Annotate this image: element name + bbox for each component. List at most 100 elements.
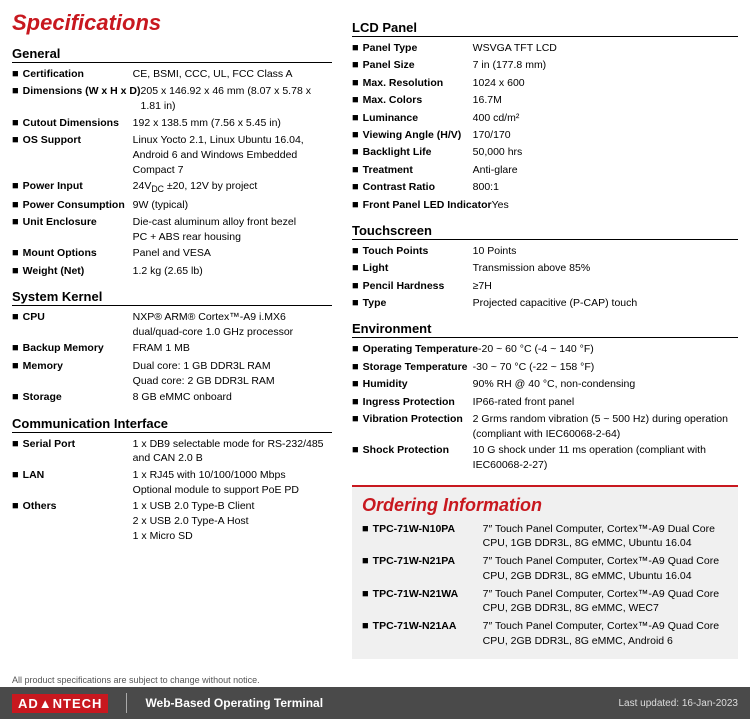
bullet-icon: ■: [352, 377, 359, 392]
spec-value: 1024 x 600: [473, 76, 738, 91]
bullet-icon: ■: [12, 67, 19, 82]
spec-label: Front Panel LED Indicator: [363, 198, 492, 213]
bullet-icon: ■: [352, 443, 359, 472]
model-description: 7″ Touch Panel Computer, Cortex™-A9 Quad…: [483, 554, 728, 583]
list-item: ■ Panel Size 7 in (177.8 mm): [352, 58, 738, 73]
spec-value: 192 x 138.5 mm (7.56 x 5.45 in): [133, 116, 332, 131]
list-item: ■ Storage 8 GB eMMC onboard: [12, 390, 332, 405]
spec-value: NXP® ARM® Cortex™-A9 i.MX6 dual/quad-cor…: [133, 310, 332, 339]
list-item: ■ TPC-71W-N10PA 7″ Touch Panel Computer,…: [362, 522, 728, 551]
bullet-icon: ■: [12, 116, 19, 131]
footer-tagline: Web-Based Operating Terminal: [145, 696, 323, 710]
footer-brand: AD▲NTECH Web-Based Operating Terminal: [12, 693, 323, 713]
bullet-icon: ■: [352, 163, 359, 178]
spec-value: Linux Yocto 2.1, Linux Ubuntu 16.04, And…: [133, 133, 332, 177]
spec-value: 1 x RJ45 with 10/100/1000 MbpsOptional m…: [133, 468, 332, 497]
spec-label: Type: [363, 296, 473, 311]
bullet-icon: ■: [352, 76, 359, 91]
footer-bar: AD▲NTECH Web-Based Operating Terminal La…: [0, 687, 750, 719]
spec-value: 7 in (177.8 mm): [473, 58, 738, 73]
list-item: ■ Storage Temperature -30 ~ 70 °C (-22 ~…: [352, 360, 738, 375]
spec-label: Backup Memory: [23, 341, 133, 356]
list-item: ■ Backup Memory FRAM 1 MB: [12, 341, 332, 356]
model-description: 7″ Touch Panel Computer, Cortex™-A9 Dual…: [483, 522, 728, 551]
bullet-icon: ■: [12, 198, 19, 213]
spec-label: Pencil Hardness: [363, 279, 473, 294]
bullet-icon: ■: [362, 619, 369, 648]
spec-value: 50,000 hrs: [473, 145, 738, 160]
spec-label: Treatment: [363, 163, 473, 178]
bullet-icon: ■: [12, 310, 19, 339]
spec-value: Panel and VESA: [133, 246, 332, 261]
bullet-icon: ■: [352, 342, 359, 357]
lcd-panel-section-title: LCD Panel: [352, 20, 738, 37]
spec-value: Anti-glare: [473, 163, 738, 178]
spec-value: ≥7H: [473, 279, 738, 294]
list-item: ■ Memory Dual core: 1 GB DDR3L RAMQuad c…: [12, 359, 332, 388]
list-item: ■ Ingress Protection IP66-rated front pa…: [352, 395, 738, 410]
spec-label: Light: [363, 261, 473, 276]
bullet-icon: ■: [352, 296, 359, 311]
spec-label: Weight (Net): [23, 264, 133, 279]
list-item: ■ Weight (Net) 1.2 kg (2.65 lb): [12, 264, 332, 279]
right-column: LCD Panel ■ Panel Type WSVGA TFT LCD ■ P…: [352, 10, 738, 659]
bullet-icon: ■: [12, 499, 19, 543]
list-item: ■ Front Panel LED Indicator Yes: [352, 198, 738, 213]
spec-value: Transmission above 85%: [473, 261, 738, 276]
spec-label: Max. Colors: [363, 93, 473, 108]
list-item: ■ Touch Points 10 Points: [352, 244, 738, 259]
spec-label: Power Consumption: [23, 198, 133, 213]
list-item: ■ Mount Options Panel and VESA: [12, 246, 332, 261]
spec-value: 205 x 146.92 x 46 mm (8.07 x 5.78 x 1.81…: [141, 84, 332, 113]
ordering-title: Ordering Information: [362, 495, 728, 516]
list-item: ■ Power Input 24VDC ±20, 12V by project: [12, 179, 332, 195]
spec-value: 1.2 kg (2.65 lb): [133, 264, 332, 279]
list-item: ■ TPC-71W-N21PA 7″ Touch Panel Computer,…: [362, 554, 728, 583]
lcd-panel-spec-list: ■ Panel Type WSVGA TFT LCD ■ Panel Size …: [352, 41, 738, 213]
footer-divider: [126, 693, 127, 713]
model-number: TPC-71W-N21AA: [373, 619, 483, 648]
bullet-icon: ■: [352, 41, 359, 56]
environment-spec-list: ■ Operating Temperature -20 ~ 60 °C (-4 …: [352, 342, 738, 472]
spec-value: 24VDC ±20, 12V by project: [133, 179, 332, 195]
spec-label: Serial Port: [23, 437, 133, 466]
bullet-icon: ■: [352, 360, 359, 375]
list-item: ■ Unit Enclosure Die-cast aluminum alloy…: [12, 215, 332, 244]
communication-spec-list: ■ Serial Port 1 x DB9 selectable mode fo…: [12, 437, 332, 544]
spec-value: -20 ~ 60 °C (-4 ~ 140 °F): [478, 342, 738, 357]
bullet-icon: ■: [12, 359, 19, 388]
spec-value: WSVGA TFT LCD: [473, 41, 738, 56]
list-item: ■ Luminance 400 cd/m²: [352, 111, 738, 126]
spec-value: 1 x DB9 selectable mode for RS-232/485 a…: [133, 437, 332, 466]
list-item: ■ Shock Protection 10 G shock under 11 m…: [352, 443, 738, 472]
spec-label: Contrast Ratio: [363, 180, 473, 195]
spec-label: Touch Points: [363, 244, 473, 259]
bullet-icon: ■: [12, 179, 19, 195]
bullet-icon: ■: [352, 198, 359, 213]
list-item: ■ Cutout Dimensions 192 x 138.5 mm (7.56…: [12, 116, 332, 131]
bullet-icon: ■: [12, 437, 19, 466]
spec-value: 170/170: [473, 128, 738, 143]
spec-label: Viewing Angle (H/V): [363, 128, 473, 143]
bullet-icon: ■: [12, 246, 19, 261]
footer-disclaimer: All product specifications are subject t…: [0, 674, 750, 686]
spec-label: Vibration Protection: [363, 412, 473, 441]
spec-label: Certification: [23, 67, 133, 82]
spec-label: Backlight Life: [363, 145, 473, 160]
spec-value: 8 GB eMMC onboard: [133, 390, 332, 405]
ordering-list: ■ TPC-71W-N10PA 7″ Touch Panel Computer,…: [362, 522, 728, 649]
spec-value: Die-cast aluminum alloy front bezelPC + …: [133, 215, 332, 244]
spec-label: Storage: [23, 390, 133, 405]
list-item: ■ Serial Port 1 x DB9 selectable mode fo…: [12, 437, 332, 466]
spec-value: CE, BSMI, CCC, UL, FCC Class A: [133, 67, 332, 82]
bullet-icon: ■: [362, 554, 369, 583]
bullet-icon: ■: [12, 133, 19, 177]
bullet-icon: ■: [12, 390, 19, 405]
last-updated: Last updated: 16-Jan-2023: [618, 698, 738, 709]
spec-label: Shock Protection: [363, 443, 473, 472]
spec-label: Dimensions (W x H x D): [23, 84, 141, 113]
general-spec-list: ■ Certification CE, BSMI, CCC, UL, FCC C…: [12, 67, 332, 279]
spec-label: Others: [23, 499, 133, 543]
bullet-icon: ■: [352, 180, 359, 195]
spec-label: Max. Resolution: [363, 76, 473, 91]
